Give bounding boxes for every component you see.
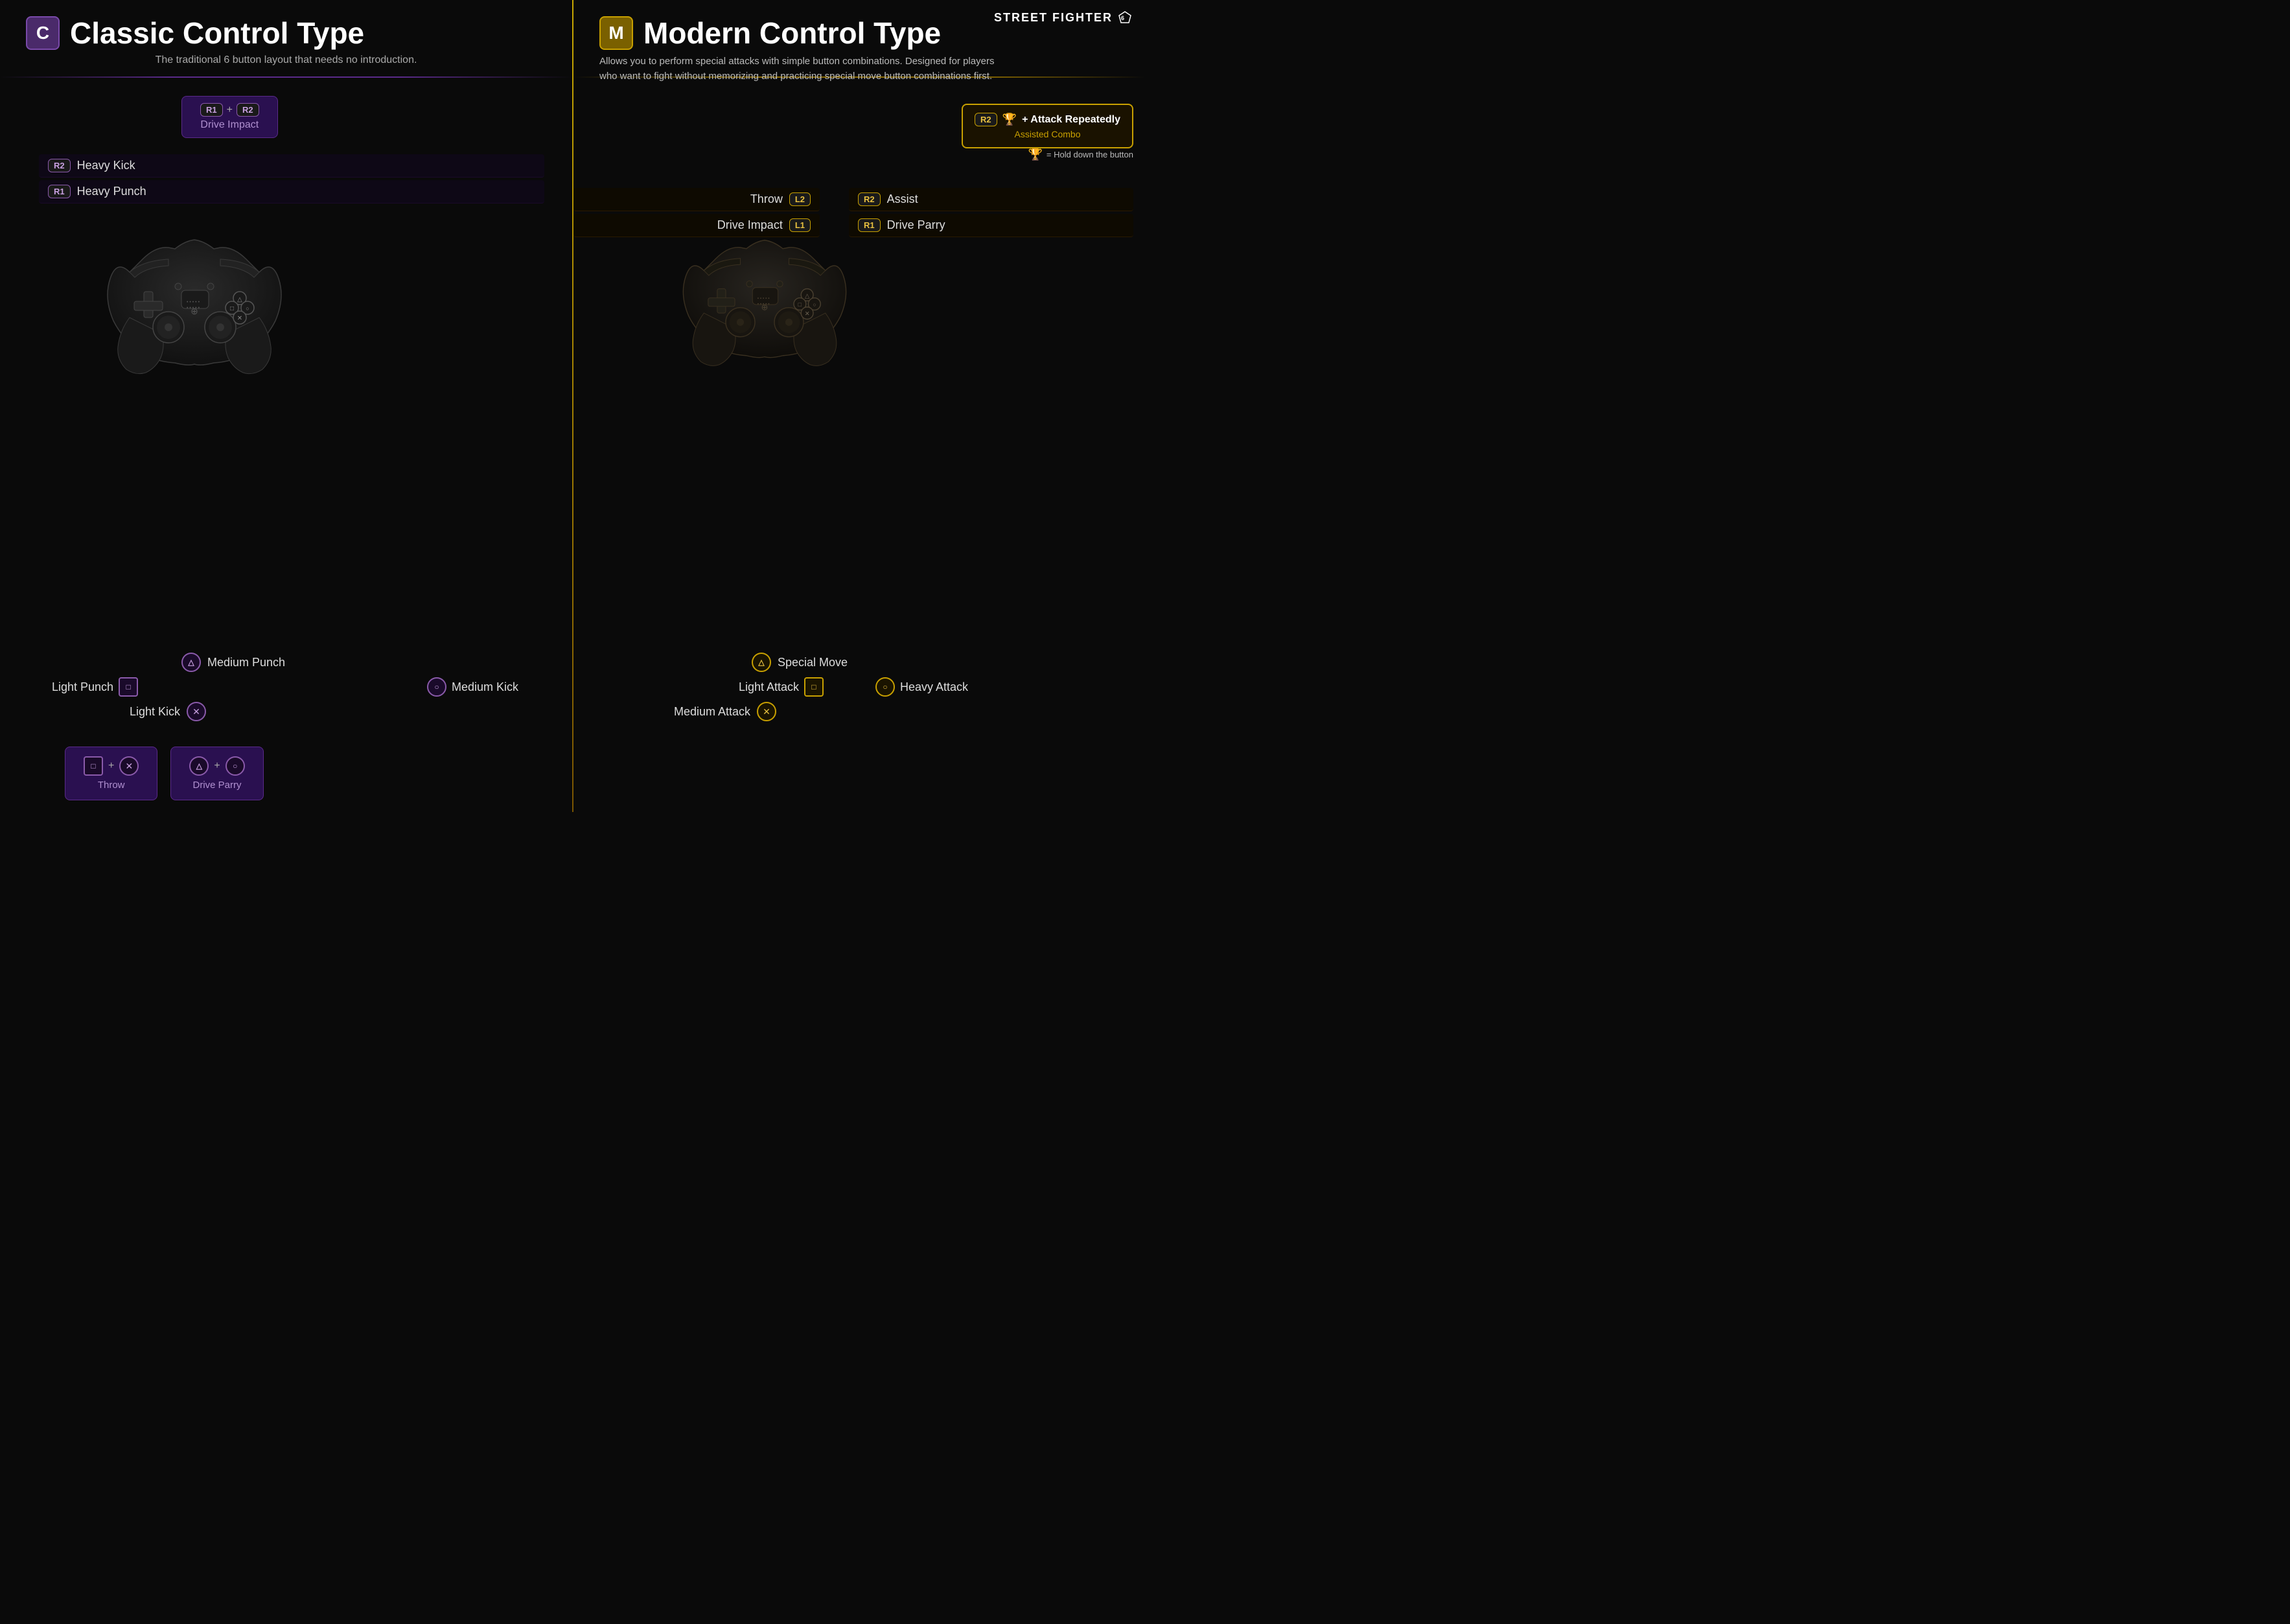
classic-badge: C bbox=[26, 16, 60, 50]
dp-label-right: Drive Parry bbox=[887, 218, 945, 232]
heavy-punch-label: Heavy Punch bbox=[77, 185, 146, 198]
main-layout: STREET FIGHTER 6 C Classic Control Type … bbox=[0, 0, 1145, 812]
ps5-controller-svg-right: △ □ ○ ✕ ⊕ • • • • • • • • • • bbox=[667, 214, 862, 376]
heavy-kick-label: Heavy Kick bbox=[77, 159, 135, 172]
hold-icon: 🏆 bbox=[1028, 148, 1043, 161]
hold-note-text: = Hold down the button bbox=[1047, 150, 1133, 159]
svg-text:△: △ bbox=[805, 293, 809, 299]
throw-label-right: Throw bbox=[750, 192, 783, 206]
light-attack-item: Light Attack □ bbox=[739, 677, 824, 697]
svg-text:○: ○ bbox=[246, 305, 249, 312]
modern-subtitle1: Allows you to perform special attacks wi… bbox=[599, 54, 1119, 69]
throw-btn-right: L2 bbox=[789, 192, 811, 206]
svg-text:• • • • •: • • • • • bbox=[758, 302, 770, 307]
ac-trophy: 🏆 bbox=[1002, 113, 1017, 126]
medium-attack-container: Medium Attack ✕ bbox=[674, 702, 776, 721]
drive-parry-label: Drive Parry bbox=[189, 780, 244, 791]
ac-label: + Attack Repeatedly bbox=[1022, 114, 1120, 126]
modern-title: Modern Control Type bbox=[643, 16, 941, 51]
classic-title: Classic Control Type bbox=[70, 16, 364, 51]
heavy-attack-item: ○ Heavy Attack bbox=[875, 677, 968, 697]
light-punch-label: Light Punch bbox=[52, 680, 113, 694]
hk-hp-area: R2 Heavy Kick R1 Heavy Punch bbox=[39, 154, 544, 206]
medium-kick-item: ○ Medium Kick bbox=[427, 677, 518, 697]
heavy-attack-label: Heavy Attack bbox=[900, 680, 968, 694]
medium-punch-container: △ Medium Punch bbox=[181, 653, 285, 672]
controller-right: △ □ ○ ✕ ⊕ • • • • • • • • • • bbox=[667, 214, 862, 379]
ac-btn: R2 bbox=[975, 113, 997, 126]
light-punch-icon: □ bbox=[119, 677, 138, 697]
hold-note: 🏆 = Hold down the button bbox=[1028, 148, 1134, 161]
throw-plus: + bbox=[108, 760, 114, 772]
heavy-attack-icon: ○ bbox=[875, 677, 895, 697]
light-kick-icon: ✕ bbox=[187, 702, 206, 721]
svg-text:○: ○ bbox=[813, 301, 816, 308]
modern-badge: M bbox=[599, 16, 633, 50]
throw-label: Throw bbox=[84, 780, 139, 791]
assist-row: R2 Assist bbox=[849, 188, 1133, 211]
right-right-controls: R2 Assist R1 Drive Parry bbox=[849, 188, 1133, 240]
ps5-controller-svg-left: △ □ ○ ✕ ⊕ • • • • • • • • • • bbox=[91, 214, 298, 382]
left-header: C Classic Control Type The traditional 6… bbox=[0, 0, 572, 73]
svg-text:□: □ bbox=[798, 301, 802, 308]
special-move-icon: △ bbox=[752, 653, 771, 672]
assist-label: Assist bbox=[887, 192, 918, 206]
classic-subtitle: The traditional 6 button layout that nee… bbox=[26, 54, 546, 66]
dp-plus: + bbox=[214, 760, 220, 772]
svg-text:• • • • •: • • • • • bbox=[187, 306, 200, 310]
drive-parry-card: △ + ○ Drive Parry bbox=[170, 747, 263, 800]
light-attack-label: Light Attack bbox=[739, 680, 799, 694]
drive-parry-row-right: R1 Drive Parry bbox=[849, 214, 1133, 237]
dp-circle-icon: ○ bbox=[226, 756, 245, 776]
controller-left: △ □ ○ ✕ ⊕ • • • • • • • • • • bbox=[91, 214, 298, 386]
light-kick-container: Light Kick ✕ bbox=[130, 702, 206, 721]
throw-row-right: Throw L2 bbox=[573, 188, 820, 211]
medium-kick-label: Medium Kick bbox=[452, 680, 518, 694]
svg-text:• • • • •: • • • • • bbox=[758, 297, 770, 301]
special-move-label: Special Move bbox=[778, 656, 848, 669]
left-separator bbox=[0, 76, 572, 78]
medium-punch-icon: △ bbox=[181, 653, 201, 672]
di-btn2: R2 bbox=[237, 103, 259, 117]
right-header: M Modern Control Type Allows you to perf… bbox=[573, 0, 1145, 90]
svg-text:✕: ✕ bbox=[237, 315, 242, 322]
heavy-kick-row: R2 Heavy Kick bbox=[39, 154, 544, 178]
light-punch-item: Light Punch □ bbox=[52, 677, 138, 697]
light-kick-label: Light Kick bbox=[130, 705, 180, 719]
medium-punch-label: Medium Punch bbox=[207, 656, 285, 669]
medium-kick-icon: ○ bbox=[427, 677, 446, 697]
throw-sq-icon: □ bbox=[84, 756, 103, 776]
dp-tri-icon: △ bbox=[189, 756, 209, 776]
hp-btn: R1 bbox=[48, 185, 71, 198]
medium-attack-label: Medium Attack bbox=[674, 705, 750, 719]
combo-cards: □ + ✕ Throw △ + ○ Drive Parry bbox=[65, 747, 264, 800]
special-move-container: △ Special Move bbox=[752, 653, 848, 672]
medium-attack-icon: ✕ bbox=[757, 702, 776, 721]
di-btn1: R1 bbox=[200, 103, 223, 117]
modern-subtitle2: who want to fight without memorizing and… bbox=[599, 69, 1119, 84]
drive-impact-container: R1 + R2 Drive Impact bbox=[181, 96, 278, 138]
hk-btn: R2 bbox=[48, 159, 71, 172]
svg-text:□: □ bbox=[230, 305, 234, 312]
assist-btn: R2 bbox=[858, 192, 881, 206]
la-ha-row: Light Attack □ ○ Heavy Attack bbox=[573, 677, 1133, 697]
ac-sub: Assisted Combo bbox=[975, 129, 1120, 139]
di-plus: + bbox=[227, 104, 233, 116]
drive-impact-box: R1 + R2 Drive Impact bbox=[181, 96, 278, 138]
throw-card: □ + ✕ Throw bbox=[65, 747, 157, 800]
svg-text:✕: ✕ bbox=[805, 310, 810, 317]
svg-text:• • • • •: • • • • • bbox=[187, 300, 200, 305]
throw-x-icon: ✕ bbox=[119, 756, 139, 776]
heavy-punch-row: R1 Heavy Punch bbox=[39, 180, 544, 203]
svg-text:△: △ bbox=[237, 296, 242, 303]
assisted-combo-box: R2 🏆 + Attack Repeatedly Assisted Combo bbox=[962, 104, 1133, 148]
di-label: Drive Impact bbox=[200, 119, 259, 131]
lp-mk-row: Light Punch □ ○ Medium Kick bbox=[39, 677, 531, 697]
light-attack-icon: □ bbox=[804, 677, 824, 697]
